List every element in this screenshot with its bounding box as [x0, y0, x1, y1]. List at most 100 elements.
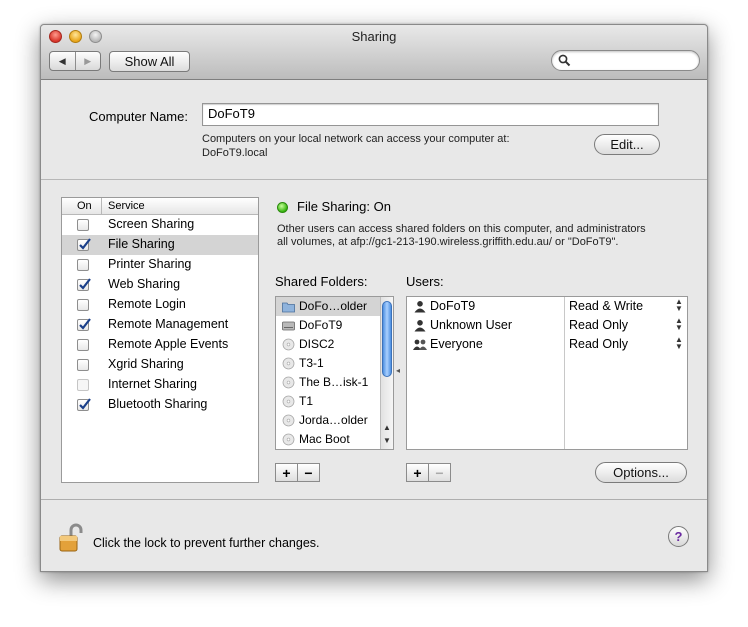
service-checkbox[interactable]	[77, 318, 91, 331]
checkmark-icon	[79, 398, 91, 410]
service-checkbox[interactable]	[77, 299, 89, 311]
service-row[interactable]: Remote Management	[62, 315, 258, 335]
computer-name-label: Computer Name:	[89, 109, 188, 124]
help-button[interactable]: ?	[668, 526, 689, 547]
forward-button[interactable]: ▶	[74, 52, 101, 70]
shared-folder-row[interactable]: Mac Boot	[276, 430, 393, 449]
scrollbar-thumb[interactable]	[382, 301, 392, 377]
service-row[interactable]: Remote Apple Events	[62, 335, 258, 355]
user-row[interactable]: Unknown User Read Only ▲ ▼	[407, 316, 687, 335]
shared-folder-row[interactable]: The B…isk-1	[276, 373, 393, 392]
service-checkbox[interactable]	[77, 398, 91, 411]
user-icon	[414, 301, 426, 313]
service-checkbox[interactable]	[77, 238, 91, 251]
folder-icon	[282, 302, 295, 313]
shared-folder-name: T1	[299, 394, 314, 408]
shared-folders-label: Shared Folders:	[275, 274, 368, 289]
service-name: Screen Sharing	[108, 217, 195, 231]
user-name: Everyone	[430, 337, 483, 351]
checkmark-icon	[79, 318, 91, 330]
shared-folder-name: Mac Boot	[299, 432, 350, 446]
remove-user-button[interactable]: −	[428, 464, 450, 481]
edit-button[interactable]: Edit...	[594, 134, 660, 155]
service-row[interactable]: Internet Sharing	[62, 375, 258, 395]
service-checkbox[interactable]	[77, 259, 89, 271]
disk-icon	[282, 414, 295, 427]
permission-stepper-icon[interactable]: ▲ ▼	[675, 336, 683, 351]
lock-open-icon[interactable]	[58, 523, 84, 553]
service-checkbox[interactable]	[77, 379, 89, 391]
users-add-remove: + −	[406, 463, 451, 482]
window-title: Sharing	[351, 29, 397, 44]
scroll-down-arrow-icon[interactable]: ▼	[383, 436, 391, 445]
add-folder-button[interactable]: +	[276, 464, 297, 481]
network-access-info: Computers on your local network can acce…	[202, 133, 510, 145]
shared-folder-row[interactable]: Jorda…older	[276, 411, 393, 430]
split-handle-icon[interactable]: ◂	[396, 366, 400, 375]
disk-icon	[282, 395, 295, 408]
service-name: File Sharing	[108, 237, 175, 251]
service-row[interactable]: Xgrid Sharing	[62, 355, 258, 375]
service-name: Internet Sharing	[108, 377, 197, 391]
service-checkbox[interactable]	[77, 219, 89, 231]
sharing-window: Sharing ◀ ▶ Show All Computer Name: DoFo…	[40, 24, 708, 572]
user-row[interactable]: Everyone Read Only ▲ ▼	[407, 335, 687, 354]
service-name: Web Sharing	[108, 277, 181, 291]
service-row[interactable]: Bluetooth Sharing	[62, 395, 258, 415]
hard-drive-icon	[282, 321, 295, 331]
permission-stepper-icon[interactable]: ▲ ▼	[675, 317, 683, 332]
back-button[interactable]: ◀	[50, 52, 75, 70]
local-address: DoFoT9.local	[202, 147, 268, 159]
service-name: Remote Login	[108, 297, 186, 311]
shared-folder-row[interactable]: DoFo…older	[276, 297, 393, 316]
service-name: Bluetooth Sharing	[108, 397, 208, 411]
footer: Click the lock to prevent further change…	[41, 499, 707, 572]
user-row[interactable]: DoFoT9 Read & Write ▲ ▼	[407, 297, 687, 316]
service-list: On Service Screen Sharing File Sharing Pri…	[61, 197, 259, 483]
service-row[interactable]: Remote Login	[62, 295, 258, 315]
remove-folder-button[interactable]: −	[297, 464, 319, 481]
shared-folder-name: Jorda…older	[299, 413, 368, 427]
computer-name-field[interactable]: DoFoT9	[202, 103, 659, 126]
service-list-header: On Service	[62, 198, 258, 215]
permission-stepper-icon[interactable]: ▲ ▼	[675, 298, 683, 313]
shared-folder-row[interactable]: T1	[276, 392, 393, 411]
user-name: Unknown User	[430, 318, 512, 332]
on-column-header[interactable]: On	[62, 198, 102, 214]
service-row[interactable]: Screen Sharing	[62, 215, 258, 235]
shared-folders-list: DoFo…older DoFoT9 DISC2 T3-1 The B…isk-1 T1 Jo…	[275, 296, 394, 450]
shared-folder-name: DoFo…older	[299, 299, 368, 313]
shared-folder-name: The B…isk-1	[299, 375, 369, 389]
add-user-button[interactable]: +	[407, 464, 428, 481]
permission-popup[interactable]: Read Only	[569, 318, 628, 332]
shared-folder-row[interactable]: T3-1	[276, 354, 393, 373]
lock-message: Click the lock to prevent further change…	[93, 536, 320, 550]
status-indicator-icon	[277, 202, 288, 213]
service-row[interactable]: Web Sharing	[62, 275, 258, 295]
disk-icon	[282, 338, 295, 351]
shared-folders-scrollbar[interactable]: ▲ ▼	[380, 297, 393, 449]
service-checkbox[interactable]	[77, 359, 89, 371]
file-sharing-description-line2: all volumes, at afp://gc1-213-190.wirele…	[277, 236, 619, 248]
service-row[interactable]: File Sharing	[62, 235, 258, 255]
show-all-button[interactable]: Show All	[109, 51, 190, 72]
user-name: DoFoT9	[430, 299, 476, 313]
title-bar: Sharing ◀ ▶ Show All	[41, 25, 707, 80]
disk-icon	[282, 376, 295, 389]
options-button[interactable]: Options...	[595, 462, 687, 483]
service-name: Remote Management	[108, 317, 229, 331]
permission-popup[interactable]: Read Only	[569, 337, 628, 351]
shared-folder-row[interactable]: DoFoT9	[276, 316, 393, 335]
search-field[interactable]	[551, 50, 700, 71]
disk-icon	[282, 433, 295, 446]
shared-folder-row[interactable]: DISC2	[276, 335, 393, 354]
scroll-up-arrow-icon[interactable]: ▲	[383, 423, 391, 432]
service-checkbox[interactable]	[77, 339, 89, 351]
search-icon	[558, 54, 571, 67]
service-row[interactable]: Printer Sharing	[62, 255, 258, 275]
service-column-header[interactable]: Service	[102, 198, 145, 214]
search-input[interactable]	[572, 53, 694, 69]
permission-popup[interactable]: Read & Write	[569, 299, 643, 313]
service-checkbox[interactable]	[77, 278, 91, 291]
service-name: Printer Sharing	[108, 257, 192, 271]
